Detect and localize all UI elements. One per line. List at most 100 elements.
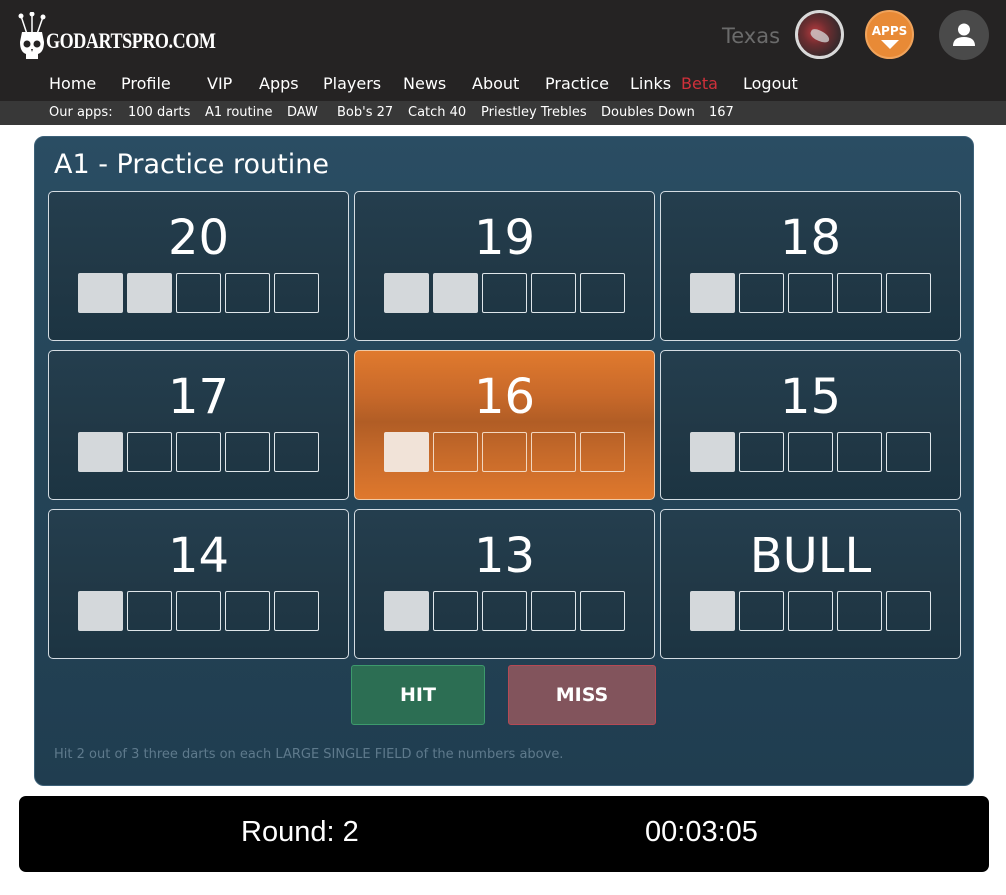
progress-box-empty [433, 432, 478, 472]
miss-button[interactable]: MISS [508, 665, 656, 725]
progress-boxes [690, 273, 931, 313]
account-button[interactable] [939, 10, 989, 60]
progress-boxes [78, 432, 319, 472]
nav-links[interactable]: Links [630, 74, 681, 93]
progress-box-empty [580, 273, 625, 313]
status-bar: Round: 2 00:03:05 [19, 796, 989, 872]
target-card[interactable]: 18 [660, 191, 961, 341]
progress-box-empty [274, 432, 319, 472]
subnav-app-daw[interactable]: DAW [287, 105, 337, 120]
progress-box-filled [78, 591, 123, 631]
target-card[interactable]: 13 [354, 509, 655, 659]
progress-box-empty [531, 591, 576, 631]
progress-box-empty [176, 273, 221, 313]
progress-box-filled [384, 591, 429, 631]
progress-box-filled [690, 591, 735, 631]
progress-boxes [690, 591, 931, 631]
user-name[interactable]: Texas [722, 24, 780, 48]
target-number: 19 [473, 210, 536, 266]
target-number: 13 [473, 528, 536, 584]
progress-box-filled [433, 273, 478, 313]
nav-vip[interactable]: VIP [207, 74, 259, 93]
progress-box-empty [531, 273, 576, 313]
subnav-app-catch-40[interactable]: Catch 40 [408, 105, 481, 120]
main-nav: Home Profile VIP Apps Players News About… [49, 74, 798, 93]
subnav-app-priestley-trebles[interactable]: Priestley Trebles [481, 105, 601, 120]
progress-box-filled [384, 273, 429, 313]
progress-boxes [384, 591, 625, 631]
progress-box-filled [127, 273, 172, 313]
progress-box-empty [482, 273, 527, 313]
progress-box-filled [690, 273, 735, 313]
target-card[interactable]: 20 [48, 191, 349, 341]
nav-news[interactable]: News [403, 74, 472, 93]
target-number: 17 [167, 369, 230, 425]
caret-down-icon [880, 40, 899, 49]
progress-box-empty [482, 432, 527, 472]
practice-panel: A1 - Practice routine 20 19 18 17 16 15 14 13 BU… [34, 136, 974, 786]
apps-badge-label: APPS [871, 24, 908, 38]
progress-boxes [384, 273, 625, 313]
progress-box-empty [886, 273, 931, 313]
elapsed-timer: 00:03:05 [645, 816, 758, 848]
progress-box-empty [225, 591, 270, 631]
target-card[interactable]: 15 [660, 350, 961, 500]
nav-practice[interactable]: Practice [545, 74, 630, 93]
subnav-app-167[interactable]: 167 [709, 105, 734, 120]
target-card[interactable]: BULL [660, 509, 961, 659]
progress-box-empty [837, 591, 882, 631]
subnav-app-doubles-down[interactable]: Doubles Down [601, 105, 709, 120]
hit-button[interactable]: HIT [351, 665, 485, 725]
target-number: BULL [749, 528, 872, 584]
progress-box-empty [433, 591, 478, 631]
progress-box-empty [788, 273, 833, 313]
progress-box-empty [886, 432, 931, 472]
target-card[interactable]: 16 [354, 350, 655, 500]
progress-box-empty [788, 591, 833, 631]
skull-crown-icon [18, 11, 48, 60]
site-logo[interactable]: GODARTSPRO.COM [18, 10, 253, 60]
logo-text: GODARTSPRO.COM [46, 28, 216, 53]
nav-about[interactable]: About [472, 74, 545, 93]
site-header: GODARTSPRO.COM Texas APPS Home Profile V… [0, 0, 1006, 101]
progress-box-empty [176, 591, 221, 631]
progress-box-empty [531, 432, 576, 472]
progress-box-empty [739, 432, 784, 472]
progress-box-empty [788, 432, 833, 472]
nav-players[interactable]: Players [323, 74, 403, 93]
progress-box-filled [78, 273, 123, 313]
subnav-app-bobs-27[interactable]: Bob's 27 [337, 105, 408, 120]
panel-title: A1 - Practice routine [54, 149, 329, 180]
target-number: 14 [167, 528, 230, 584]
nav-home[interactable]: Home [49, 74, 121, 93]
user-icon [953, 23, 975, 46]
progress-box-empty [837, 273, 882, 313]
progress-boxes [78, 591, 319, 631]
subnav-app-100-darts[interactable]: 100 darts [128, 105, 205, 120]
target-card[interactable]: 17 [48, 350, 349, 500]
nav-beta[interactable]: Beta [681, 74, 743, 93]
progress-box-empty [739, 273, 784, 313]
user-avatar[interactable] [795, 10, 844, 59]
nav-apps[interactable]: Apps [259, 74, 323, 93]
progress-box-empty [482, 591, 527, 631]
progress-boxes [78, 273, 319, 313]
nav-profile[interactable]: Profile [121, 74, 207, 93]
target-card[interactable]: 14 [48, 509, 349, 659]
progress-box-filled [690, 432, 735, 472]
target-card[interactable]: 19 [354, 191, 655, 341]
progress-box-empty [580, 591, 625, 631]
progress-boxes [690, 432, 931, 472]
subnav-label: Our apps: [49, 105, 113, 120]
progress-box-empty [127, 432, 172, 472]
progress-box-empty [225, 273, 270, 313]
nav-logout[interactable]: Logout [743, 74, 798, 93]
target-number: 15 [779, 369, 842, 425]
progress-box-empty [274, 273, 319, 313]
subnav-app-a1-routine[interactable]: A1 routine [205, 105, 287, 120]
progress-box-empty [837, 432, 882, 472]
apps-subnav: Our apps: 100 darts A1 routine DAW Bob's… [0, 101, 1006, 125]
progress-box-empty [739, 591, 784, 631]
progress-box-filled [78, 432, 123, 472]
apps-menu-button[interactable]: APPS [865, 10, 914, 59]
